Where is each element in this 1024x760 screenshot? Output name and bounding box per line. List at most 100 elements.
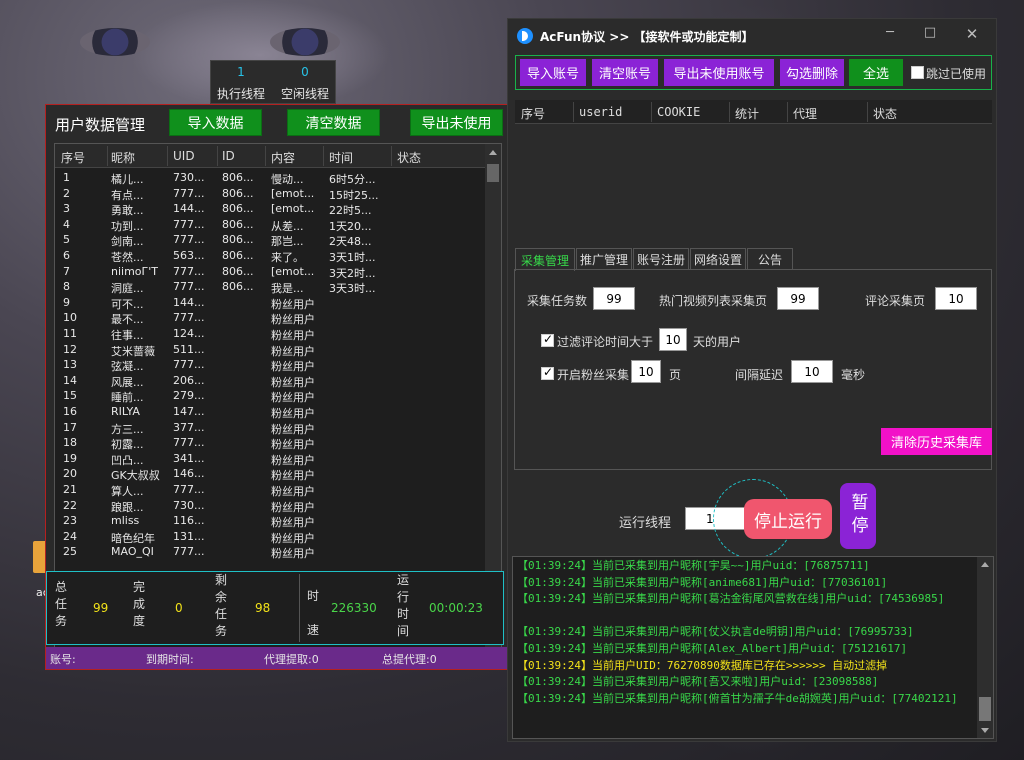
remaining-label: 剩余任务: [214, 573, 227, 638]
table-row[interactable]: 4 功到... 777... 806... 从差... 1天20...: [55, 217, 487, 233]
table-cell: 23: [63, 514, 77, 528]
table-row[interactable]: 11 往事... 124... 粉丝用户: [55, 326, 487, 342]
tab-register[interactable]: 账号注册: [633, 248, 689, 270]
table-row[interactable]: 9 可不... 144... 粉丝用户: [55, 295, 487, 311]
table-cell: 有点...: [111, 188, 144, 202]
table-cell: 144...: [173, 295, 205, 309]
table-row[interactable]: 20 GK大叔叔 146... 粉丝用户: [55, 466, 487, 482]
table-cell: 粉丝用户: [271, 329, 315, 342]
table-row[interactable]: 22 踉跟... 730... 粉丝用户: [55, 498, 487, 514]
scroll-up-icon[interactable]: [489, 150, 497, 155]
table-cell: 初露...: [111, 438, 144, 452]
acct-col-cookie[interactable]: COOKIE: [657, 105, 700, 119]
comment-pages-input[interactable]: 10: [935, 287, 977, 310]
table-row[interactable]: 12 艾米蔷薇 511... 粉丝用户: [55, 342, 487, 358]
runtime-value: 00:00:23: [429, 601, 483, 615]
acct-col-index[interactable]: 序号: [521, 105, 545, 122]
window-titlebar[interactable]: AcFun协议 >> 【接软件或功能定制】 ─ □ ✕: [508, 19, 996, 53]
progress-value: 0: [175, 601, 183, 615]
thread-status-box: 1 0 执行线程 空闲线程: [210, 60, 336, 104]
clear-account-button[interactable]: 清空账号: [592, 59, 658, 86]
table-cell: 凹凸...: [111, 453, 144, 467]
tab-notice[interactable]: 公告: [747, 248, 793, 270]
acct-col-userid[interactable]: userid: [579, 105, 622, 119]
table-row[interactable]: 14 风展... 206... 粉丝用户: [55, 373, 487, 389]
col-uid[interactable]: UID: [173, 149, 195, 163]
import-account-button[interactable]: 导入账号: [520, 59, 586, 86]
table-row[interactable]: 25 MAO_QI 777... 粉丝用户: [55, 544, 487, 560]
filter-days-input[interactable]: 10: [659, 328, 687, 351]
table-row[interactable]: 17 方三... 377... 粉丝用户: [55, 420, 487, 436]
table-row[interactable]: 13 弦凝... 777... 粉丝用户: [55, 357, 487, 373]
skip-used-checkbox[interactable]: [911, 66, 924, 79]
table-cell: 橘儿...: [111, 173, 144, 186]
comment-pages-label: 评论采集页: [865, 294, 926, 308]
table-row[interactable]: 18 初露... 777... 粉丝用户: [55, 435, 487, 451]
table-row[interactable]: 16 RILYA 147... 粉丝用户: [55, 404, 487, 420]
export-unused-button[interactable]: 导出未使用: [410, 109, 503, 136]
table-row[interactable]: 5 剑南... 777... 806... 那岂... 2天48...: [55, 232, 487, 248]
log-line: 【01:39:24】当前已采集到用户昵称[仗义执言de明钥]用户uid：[769…: [517, 625, 914, 639]
close-icon[interactable]: ✕: [960, 25, 984, 45]
log-scroll-down-icon[interactable]: [981, 728, 989, 733]
minimize-icon[interactable]: ─: [878, 25, 902, 45]
fans-collect-checkbox[interactable]: [541, 365, 554, 380]
task-count-input[interactable]: 99: [593, 287, 635, 310]
export-unused-account-button[interactable]: 导出未使用账号: [664, 59, 774, 86]
runtime-label: 运行时间: [396, 573, 409, 638]
table-row[interactable]: 19 凹凸... 341... 粉丝用户: [55, 451, 487, 467]
table-row[interactable]: 15 睡前... 279... 粉丝用户: [55, 388, 487, 404]
interval-input[interactable]: 10: [791, 360, 833, 383]
table-cell: 慢动...: [271, 173, 304, 186]
table-cell: 粉丝用户: [271, 375, 315, 389]
acct-col-stats[interactable]: 统计: [735, 105, 759, 122]
col-index[interactable]: 序号: [61, 149, 85, 166]
col-id[interactable]: ID: [222, 149, 235, 163]
delete-checked-button[interactable]: 勾选删除: [780, 59, 844, 86]
table-row[interactable]: 24 暗色纪年 131... 粉丝用户: [55, 529, 487, 545]
col-content[interactable]: 内容: [271, 149, 295, 166]
total-tasks-value: 99: [93, 601, 109, 615]
col-time[interactable]: 时间: [329, 149, 353, 166]
pause-button[interactable]: 暂停: [840, 483, 876, 549]
table-row[interactable]: 23 mliss 116... 粉丝用户: [55, 513, 487, 529]
table-cell: 144...: [173, 202, 205, 216]
log-scroll-up-icon[interactable]: [981, 562, 989, 567]
table-cell: 15时25...: [329, 188, 379, 202]
table-cell: 9: [63, 295, 70, 309]
table-cell: 777...: [173, 545, 205, 559]
stop-run-button[interactable]: 停止运行: [744, 499, 832, 539]
col-nickname[interactable]: 昵称: [111, 149, 135, 166]
log-scroll-thumb[interactable]: [979, 697, 991, 721]
table-cell: 6时5分...: [329, 173, 376, 186]
clear-data-button[interactable]: 清空数据: [287, 109, 380, 136]
log-scrollbar[interactable]: [977, 557, 993, 738]
tab-network[interactable]: 网络设置: [690, 248, 746, 270]
tab-collect[interactable]: 采集管理: [515, 248, 575, 271]
table-row[interactable]: 8 洞庭... 777... 806... 我是... 3天3时...: [55, 279, 487, 295]
clear-history-button[interactable]: 清除历史采集库: [881, 428, 992, 455]
hot-pages-input[interactable]: 99: [777, 287, 819, 310]
table-row[interactable]: 1 橘儿... 730... 806... 慢动... 6时5分...: [55, 170, 487, 186]
table-row[interactable]: 10 最不... 777... 粉丝用户: [55, 310, 487, 326]
maximize-icon[interactable]: □: [918, 25, 942, 45]
log-line: 【01:39:24】当前已采集到用户昵称[俯首甘为孺子牛de胡婉英]用户uid：…: [517, 691, 958, 705]
table-row[interactable]: 7 niimoГ'T 777... 806... [emot... 3天2时...: [55, 264, 487, 280]
tab-promote[interactable]: 推广管理: [576, 248, 632, 270]
table-row[interactable]: 2 有点... 777... 806... [emot... 15时25...: [55, 186, 487, 202]
col-status[interactable]: 状态: [397, 149, 421, 166]
table-row[interactable]: 21 算人... 777... 粉丝用户: [55, 482, 487, 498]
table-cell: 粉丝用户: [271, 500, 315, 514]
scroll-thumb[interactable]: [487, 164, 499, 182]
acfun-logo-icon: [517, 28, 533, 44]
import-data-button[interactable]: 导入数据: [169, 109, 262, 136]
filter-time-checkbox[interactable]: [541, 332, 554, 347]
table-row[interactable]: 6 苍然... 563... 806... 来了。 3天1时...: [55, 248, 487, 264]
fans-pages-input[interactable]: 10: [631, 360, 661, 383]
select-all-button[interactable]: 全选: [849, 59, 903, 86]
table-row[interactable]: 3 勇敢... 144... 806... [emot... 22时5...: [55, 201, 487, 217]
acct-col-status[interactable]: 状态: [873, 105, 897, 122]
table-cell: 147...: [173, 405, 205, 418]
acct-col-proxy[interactable]: 代理: [793, 105, 817, 122]
log-line: 【01:39:24】当前已采集到用户昵称[宇昊~~]用户uid：[7687571…: [517, 559, 870, 572]
